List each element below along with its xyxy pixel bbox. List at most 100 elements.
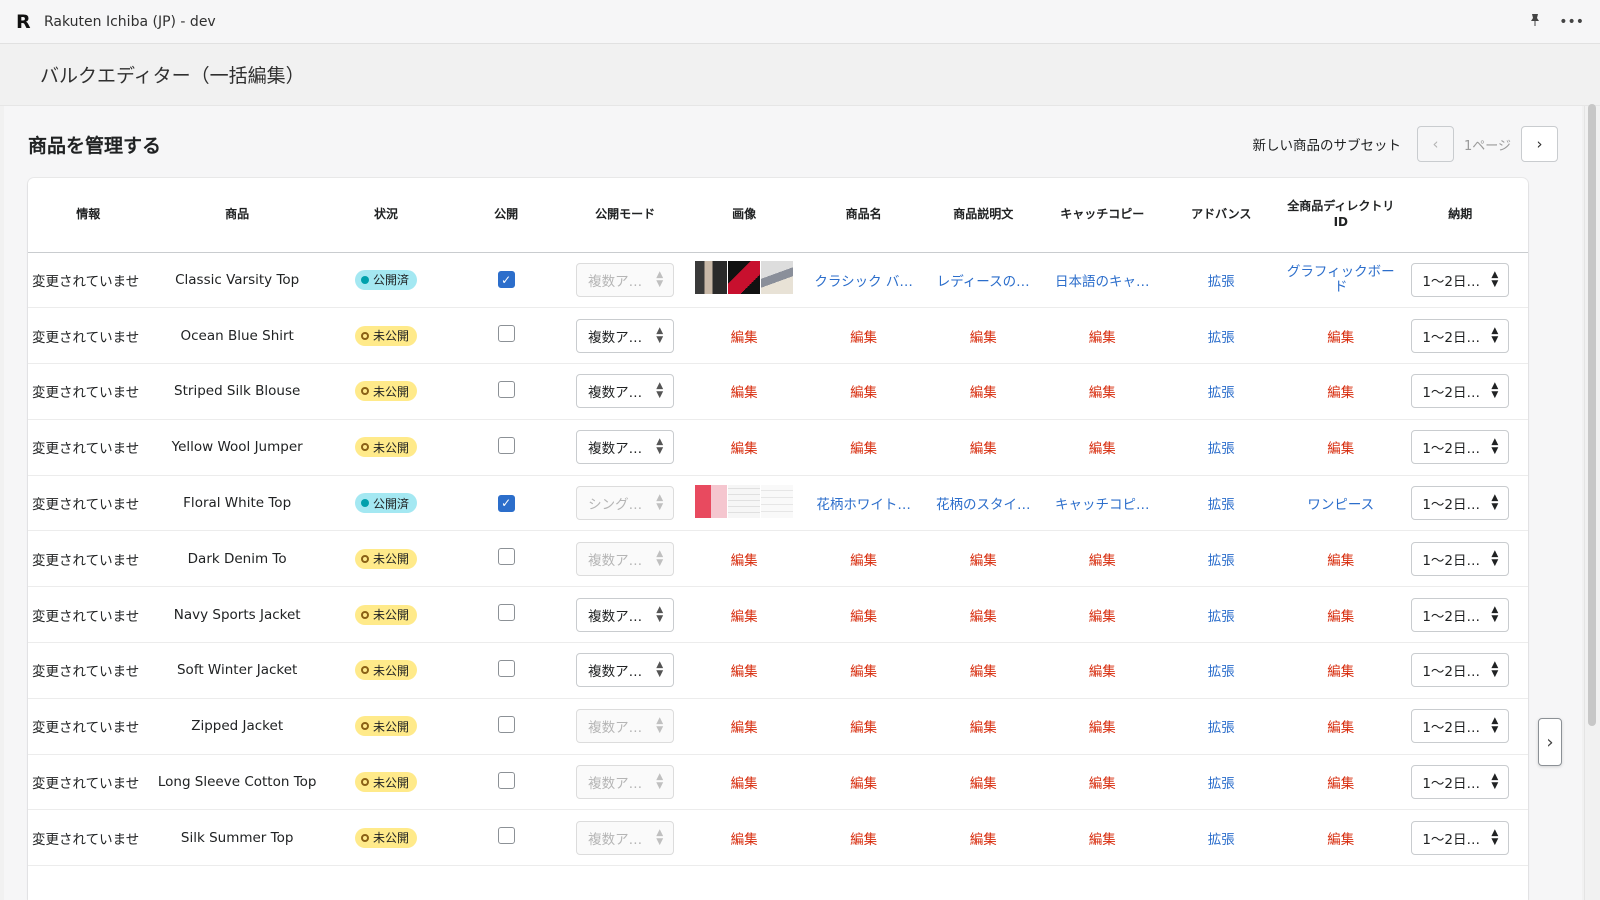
advance-link[interactable]: 拡張 — [1208, 553, 1235, 569]
catch-copy-link[interactable]: 編集 — [1089, 553, 1116, 569]
product-name-link[interactable]: 編集 — [850, 664, 877, 680]
catch-copy-link[interactable]: 編集 — [1089, 664, 1116, 680]
catch-copy-link[interactable]: 日本語のキャ… — [1055, 274, 1150, 290]
images-link[interactable]: 編集 — [731, 609, 758, 625]
product-name-link[interactable]: 編集 — [850, 330, 877, 346]
publish-mode-select[interactable]: 複数ア… ▲ ▼ — [576, 597, 675, 632]
product-name-link[interactable]: 編集 — [850, 609, 877, 625]
delivery-select[interactable]: 1〜2日… ▲ ▼ — [1411, 318, 1510, 353]
publish-mode-select[interactable]: シング… ▲ ▼ — [576, 486, 675, 521]
publish-mode-select[interactable]: 複数ア… ▲ ▼ — [576, 653, 675, 688]
publish-mode-select[interactable]: 複数ア… ▲ ▼ — [576, 318, 675, 353]
description-link[interactable]: 編集 — [970, 553, 997, 569]
published-checkbox[interactable]: ✓ — [497, 271, 515, 289]
directory-link[interactable]: グラフィックボード — [1287, 264, 1395, 295]
directory-link[interactable]: 編集 — [1327, 720, 1354, 736]
product-images[interactable] — [695, 484, 794, 518]
published-checkbox[interactable] — [497, 715, 515, 733]
images-link[interactable]: 編集 — [731, 664, 758, 680]
catch-copy-link[interactable]: 編集 — [1089, 776, 1116, 792]
directory-link[interactable]: 編集 — [1327, 609, 1354, 625]
product-name-link[interactable]: 編集 — [850, 776, 877, 792]
published-checkbox[interactable] — [497, 827, 515, 845]
advance-link[interactable]: 拡張 — [1208, 274, 1235, 290]
directory-link[interactable]: 編集 — [1327, 441, 1354, 457]
directory-link[interactable]: 編集 — [1327, 832, 1354, 848]
product-name-link[interactable]: 編集 — [850, 832, 877, 848]
images-link[interactable]: 編集 — [731, 330, 758, 346]
vertical-scrollbar[interactable] — [1588, 104, 1596, 726]
publish-mode-select[interactable]: 複数ア… ▲ ▼ — [576, 374, 675, 409]
advance-link[interactable]: 拡張 — [1208, 832, 1235, 848]
product-images[interactable] — [695, 261, 794, 295]
directory-link[interactable]: 編集 — [1327, 330, 1354, 346]
advance-link[interactable]: 拡張 — [1208, 497, 1235, 513]
product-name-link[interactable]: クラシック バ… — [814, 274, 913, 290]
description-link[interactable]: 編集 — [970, 441, 997, 457]
published-checkbox[interactable] — [497, 604, 515, 622]
product-name-link[interactable]: 編集 — [850, 441, 877, 457]
delivery-select[interactable]: 1〜2日… ▲ ▼ — [1411, 765, 1510, 800]
catch-copy-link[interactable]: 編集 — [1089, 832, 1116, 848]
catch-copy-link[interactable]: 編集 — [1089, 385, 1116, 401]
product-name-link[interactable]: 花柄ホワイト… — [816, 497, 911, 513]
delivery-select[interactable]: 1〜2日… ▲ ▼ — [1411, 486, 1510, 521]
images-link[interactable]: 編集 — [731, 776, 758, 792]
delivery-select[interactable]: 1〜2日… ▲ ▼ — [1411, 541, 1510, 576]
published-checkbox[interactable] — [497, 436, 515, 454]
publish-mode-select[interactable]: 複数ア… ▲ ▼ — [576, 430, 675, 465]
prev-page-button[interactable]: ‹ — [1416, 126, 1454, 162]
delivery-select[interactable]: 1〜2日… ▲ ▼ — [1411, 374, 1510, 409]
description-link[interactable]: 編集 — [970, 664, 997, 680]
description-link[interactable]: レディースの… — [937, 274, 1030, 290]
advance-link[interactable]: 拡張 — [1208, 385, 1235, 401]
advance-link[interactable]: 拡張 — [1208, 330, 1235, 346]
images-link[interactable]: 編集 — [731, 832, 758, 848]
catch-copy-link[interactable]: 編集 — [1089, 609, 1116, 625]
product-name-link[interactable]: 編集 — [850, 385, 877, 401]
description-link[interactable]: 編集 — [970, 776, 997, 792]
images-link[interactable]: 編集 — [731, 553, 758, 569]
publish-mode-select[interactable]: 複数ア… ▲ ▼ — [576, 262, 675, 297]
directory-link[interactable]: 編集 — [1327, 385, 1354, 401]
description-link[interactable]: 編集 — [970, 385, 997, 401]
pin-icon[interactable] — [1529, 13, 1541, 31]
images-link[interactable]: 編集 — [731, 441, 758, 457]
product-name-link[interactable]: 編集 — [850, 553, 877, 569]
advance-link[interactable]: 拡張 — [1208, 441, 1235, 457]
scroll-right-button[interactable]: › — [1538, 718, 1562, 766]
published-checkbox[interactable] — [497, 548, 515, 566]
description-link[interactable]: 花柄のスタイ… — [936, 497, 1031, 513]
catch-copy-link[interactable]: 編集 — [1089, 441, 1116, 457]
publish-mode-select[interactable]: 複数ア… ▲ ▼ — [576, 765, 675, 800]
delivery-select[interactable]: 1〜2日… ▲ ▼ — [1411, 709, 1510, 744]
more-icon[interactable]: ••• — [1559, 14, 1584, 30]
published-checkbox[interactable] — [497, 325, 515, 343]
directory-link[interactable]: ワンピース — [1307, 497, 1374, 513]
publish-mode-select[interactable]: 複数ア… ▲ ▼ — [576, 541, 675, 576]
delivery-select[interactable]: 1〜2日… ▲ ▼ — [1411, 262, 1510, 297]
advance-link[interactable]: 拡張 — [1208, 664, 1235, 680]
advance-link[interactable]: 拡張 — [1208, 720, 1235, 736]
directory-link[interactable]: 編集 — [1327, 776, 1354, 792]
published-checkbox[interactable] — [497, 771, 515, 789]
directory-link[interactable]: 編集 — [1327, 664, 1354, 680]
catch-copy-link[interactable]: 編集 — [1089, 330, 1116, 346]
published-checkbox[interactable] — [497, 380, 515, 398]
images-link[interactable]: 編集 — [731, 720, 758, 736]
published-checkbox[interactable]: ✓ — [497, 494, 515, 512]
delivery-select[interactable]: 1〜2日… ▲ ▼ — [1411, 653, 1510, 688]
catch-copy-link[interactable]: キャッチコピ… — [1055, 497, 1150, 513]
delivery-select[interactable]: 1〜2日… ▲ ▼ — [1411, 430, 1510, 465]
published-checkbox[interactable] — [497, 659, 515, 677]
next-page-button[interactable]: › — [1521, 126, 1558, 162]
publish-mode-select[interactable]: 複数ア… ▲ ▼ — [576, 709, 675, 744]
product-name-link[interactable]: 編集 — [850, 720, 877, 736]
description-link[interactable]: 編集 — [970, 330, 997, 346]
delivery-select[interactable]: 1〜2日… ▲ ▼ — [1411, 820, 1510, 855]
directory-link[interactable]: 編集 — [1327, 553, 1354, 569]
advance-link[interactable]: 拡張 — [1208, 776, 1235, 792]
description-link[interactable]: 編集 — [970, 832, 997, 848]
catch-copy-link[interactable]: 編集 — [1089, 720, 1116, 736]
description-link[interactable]: 編集 — [970, 609, 997, 625]
